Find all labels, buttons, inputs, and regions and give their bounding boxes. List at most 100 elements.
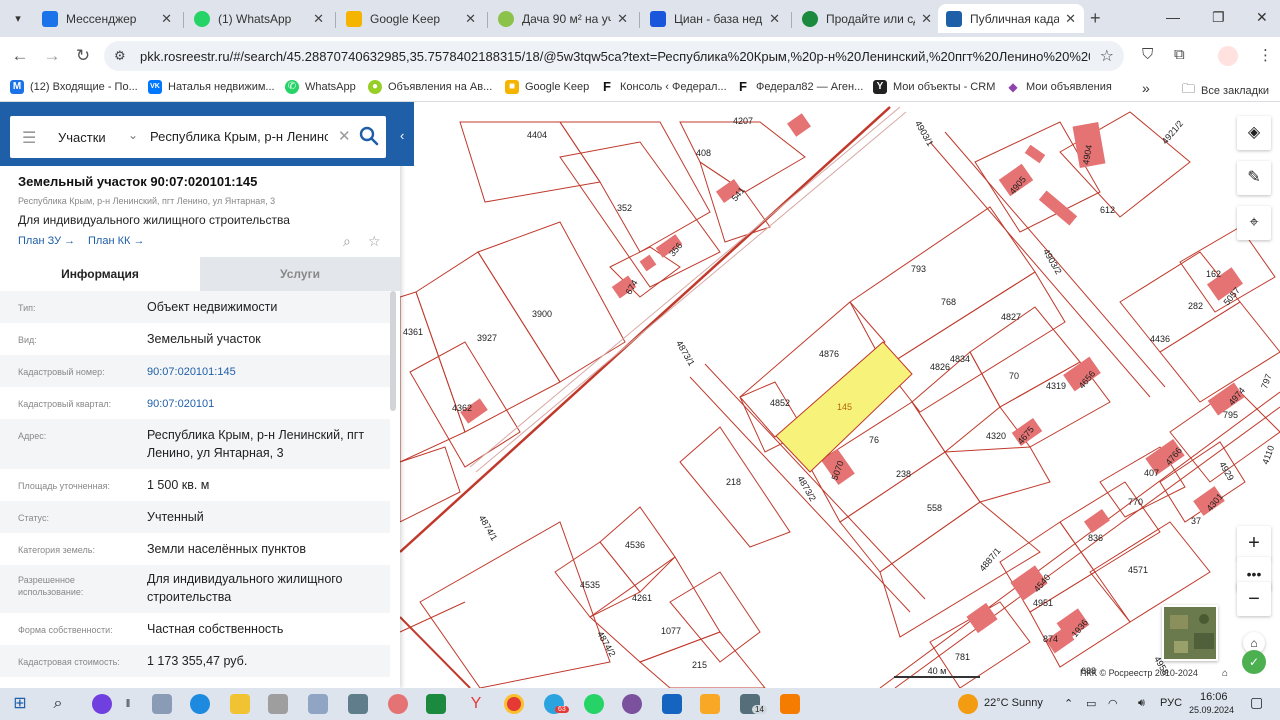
- viber-icon[interactable]: [622, 694, 642, 714]
- close-icon[interactable]: ✕: [465, 11, 476, 27]
- close-icon[interactable]: ✕: [769, 11, 780, 27]
- search-icon[interactable]: ⌕: [48, 694, 68, 714]
- close-icon[interactable]: ✕: [1065, 11, 1076, 27]
- notifications-icon[interactable]: ▢: [1250, 694, 1263, 711]
- close-icon[interactable]: ✕: [161, 11, 172, 27]
- bookmark-vk[interactable]: VK Наталья недвижим...: [148, 80, 275, 94]
- bookmark-federal82[interactable]: F Федерал82 — Аген...: [736, 80, 863, 94]
- parcel-outline[interactable]: [399, 291, 466, 463]
- file-explorer-icon[interactable]: [230, 694, 250, 714]
- forward-arrow-icon[interactable]: →: [42, 46, 62, 66]
- search-icon[interactable]: [359, 126, 379, 146]
- search-type-select[interactable]: Участки: [58, 130, 106, 145]
- app-m-icon[interactable]: [780, 694, 800, 714]
- parcel-outline[interactable]: [969, 306, 1081, 408]
- close-icon[interactable]: ✕: [617, 11, 628, 27]
- zoom-in-button[interactable]: +: [1237, 526, 1271, 560]
- tab-cadastral-map[interactable]: Публичная кадаст ✕: [938, 4, 1084, 33]
- verified-shield-icon[interactable]: ✓: [1242, 650, 1266, 674]
- favorite-star-icon[interactable]: ☆: [368, 233, 381, 250]
- profile-avatar[interactable]: [1218, 46, 1238, 66]
- layers-button[interactable]: ◈: [1237, 116, 1271, 150]
- clear-icon[interactable]: ✕: [338, 127, 351, 145]
- bookmark-my-ads[interactable]: ◆ Мои объявления: [1006, 80, 1111, 94]
- parcel-outline[interactable]: [944, 446, 1051, 503]
- calculator-icon[interactable]: [348, 694, 368, 714]
- menu-dots-icon[interactable]: ⋮: [1258, 46, 1273, 64]
- parcel-outline[interactable]: [679, 426, 791, 548]
- clock-date[interactable]: 25.09.2024: [1189, 705, 1234, 715]
- task-view-icon[interactable]: ‖: [122, 694, 134, 714]
- yandex-icon[interactable]: Y: [466, 694, 486, 714]
- tab-information[interactable]: Информация: [0, 257, 200, 291]
- cadastral-number-link[interactable]: 90:07:020101:145: [147, 363, 385, 381]
- plan-zu-link[interactable]: План ЗУ →: [18, 235, 75, 247]
- tray-chevron-up-icon[interactable]: ⌃: [1064, 697, 1073, 710]
- parcel-outline[interactable]: [884, 271, 1066, 413]
- app-tools-icon[interactable]: [700, 694, 720, 714]
- tab-whatsapp[interactable]: (1) WhatsApp ✕: [186, 4, 332, 33]
- tab-google-keep[interactable]: Google Keep ✕: [338, 4, 484, 33]
- collapse-panel-chevron-icon[interactable]: ‹: [400, 128, 404, 143]
- tab-messenger[interactable]: Мессенджер ✕: [34, 4, 180, 33]
- app-blue-icon[interactable]: [662, 694, 682, 714]
- address-bar[interactable]: ⚙ pkk.rosreestr.ru/#/search/45.288707406…: [104, 41, 1124, 71]
- clock-time[interactable]: 16:06: [1200, 691, 1228, 703]
- windows-start-icon[interactable]: ⊞: [10, 694, 30, 714]
- ruler-button[interactable]: ✎: [1237, 161, 1271, 195]
- more-bookmarks-chevron-icon[interactable]: »: [1142, 80, 1150, 96]
- url-text[interactable]: pkk.rosreestr.ru/#/search/45.28870740632…: [140, 49, 1090, 64]
- parcel-outline[interactable]: [477, 221, 626, 383]
- restore-icon[interactable]: ❐: [1212, 9, 1225, 26]
- panel-scrollbar[interactable]: [390, 291, 396, 411]
- network-icon[interactable]: ▭: [1086, 697, 1096, 710]
- cadastral-quarter-link[interactable]: 90:07:020101: [147, 395, 385, 413]
- bookmark-avito[interactable]: ● Объявления на Ав...: [368, 80, 492, 94]
- tab-cian[interactable]: Циан - база недви ✕: [642, 4, 788, 33]
- whatsapp-icon[interactable]: [584, 694, 604, 714]
- copilot-icon[interactable]: [92, 694, 112, 714]
- zoom-out-button[interactable]: −: [1237, 582, 1271, 616]
- bookmark-federal-console[interactable]: F Консоль ‹ Федерал...: [600, 80, 727, 94]
- chrome-icon[interactable]: [504, 694, 524, 714]
- bookmark-crm[interactable]: Y Мои объекты - CRM: [873, 80, 995, 94]
- minimize-icon[interactable]: —: [1166, 9, 1180, 25]
- tab-search-button[interactable]: ▾: [6, 8, 30, 30]
- parcel-outline[interactable]: [669, 571, 761, 663]
- parcel-outline[interactable]: [559, 121, 711, 253]
- tab-services[interactable]: Услуги: [200, 257, 400, 291]
- bookmark-mail[interactable]: M (12) Входящие - По...: [10, 80, 138, 94]
- parcel-outline[interactable]: [879, 501, 1041, 638]
- new-tab-plus-icon[interactable]: +: [1090, 8, 1101, 29]
- bookmark-star-icon[interactable]: ☆: [1100, 46, 1114, 66]
- tab-dacha[interactable]: Дача 90 м² на уча ✕: [490, 4, 636, 33]
- parcel-outline[interactable]: [419, 521, 611, 688]
- tab-sell[interactable]: Продайте или сда ✕: [794, 4, 940, 33]
- close-icon[interactable]: ✕: [313, 11, 324, 27]
- window-close-icon[interactable]: ✕: [1256, 9, 1268, 26]
- app-green-icon[interactable]: [426, 694, 446, 714]
- wifi-icon[interactable]: ◠: [1108, 697, 1118, 710]
- app-laptop-icon[interactable]: [152, 694, 172, 714]
- weather-text[interactable]: 22°C Sunny: [984, 697, 1043, 709]
- weather-sun-icon[interactable]: [958, 694, 978, 714]
- extension-shield-icon[interactable]: ⛉: [1142, 46, 1153, 63]
- back-arrow-icon[interactable]: ←: [10, 46, 30, 66]
- search-input[interactable]: [150, 129, 328, 144]
- app-printer-icon[interactable]: [268, 694, 288, 714]
- close-icon[interactable]: ✕: [921, 11, 932, 27]
- language-indicator[interactable]: РУС: [1160, 697, 1182, 709]
- edge-icon[interactable]: [190, 694, 210, 714]
- chevron-down-icon[interactable]: ⌄: [128, 128, 138, 142]
- plan-kk-link[interactable]: План КК →: [88, 235, 144, 247]
- menu-burger-icon[interactable]: ☰: [22, 128, 36, 148]
- volume-icon[interactable]: 🔊︎: [1138, 697, 1145, 710]
- bookmark-whatsapp[interactable]: ✆ WhatsApp: [285, 80, 356, 94]
- all-bookmarks-button[interactable]: 🗀 Все закладки: [1182, 80, 1269, 102]
- extensions-puzzle-icon[interactable]: ⧉: [1174, 46, 1185, 63]
- satellite-basemap-thumbnail[interactable]: [1162, 605, 1218, 661]
- reload-icon[interactable]: ↻: [73, 46, 93, 66]
- bookmark-google-keep[interactable]: ■ Google Keep: [505, 80, 589, 94]
- site-info-icon[interactable]: ⚙: [114, 48, 126, 64]
- app-snip-icon[interactable]: [388, 694, 408, 714]
